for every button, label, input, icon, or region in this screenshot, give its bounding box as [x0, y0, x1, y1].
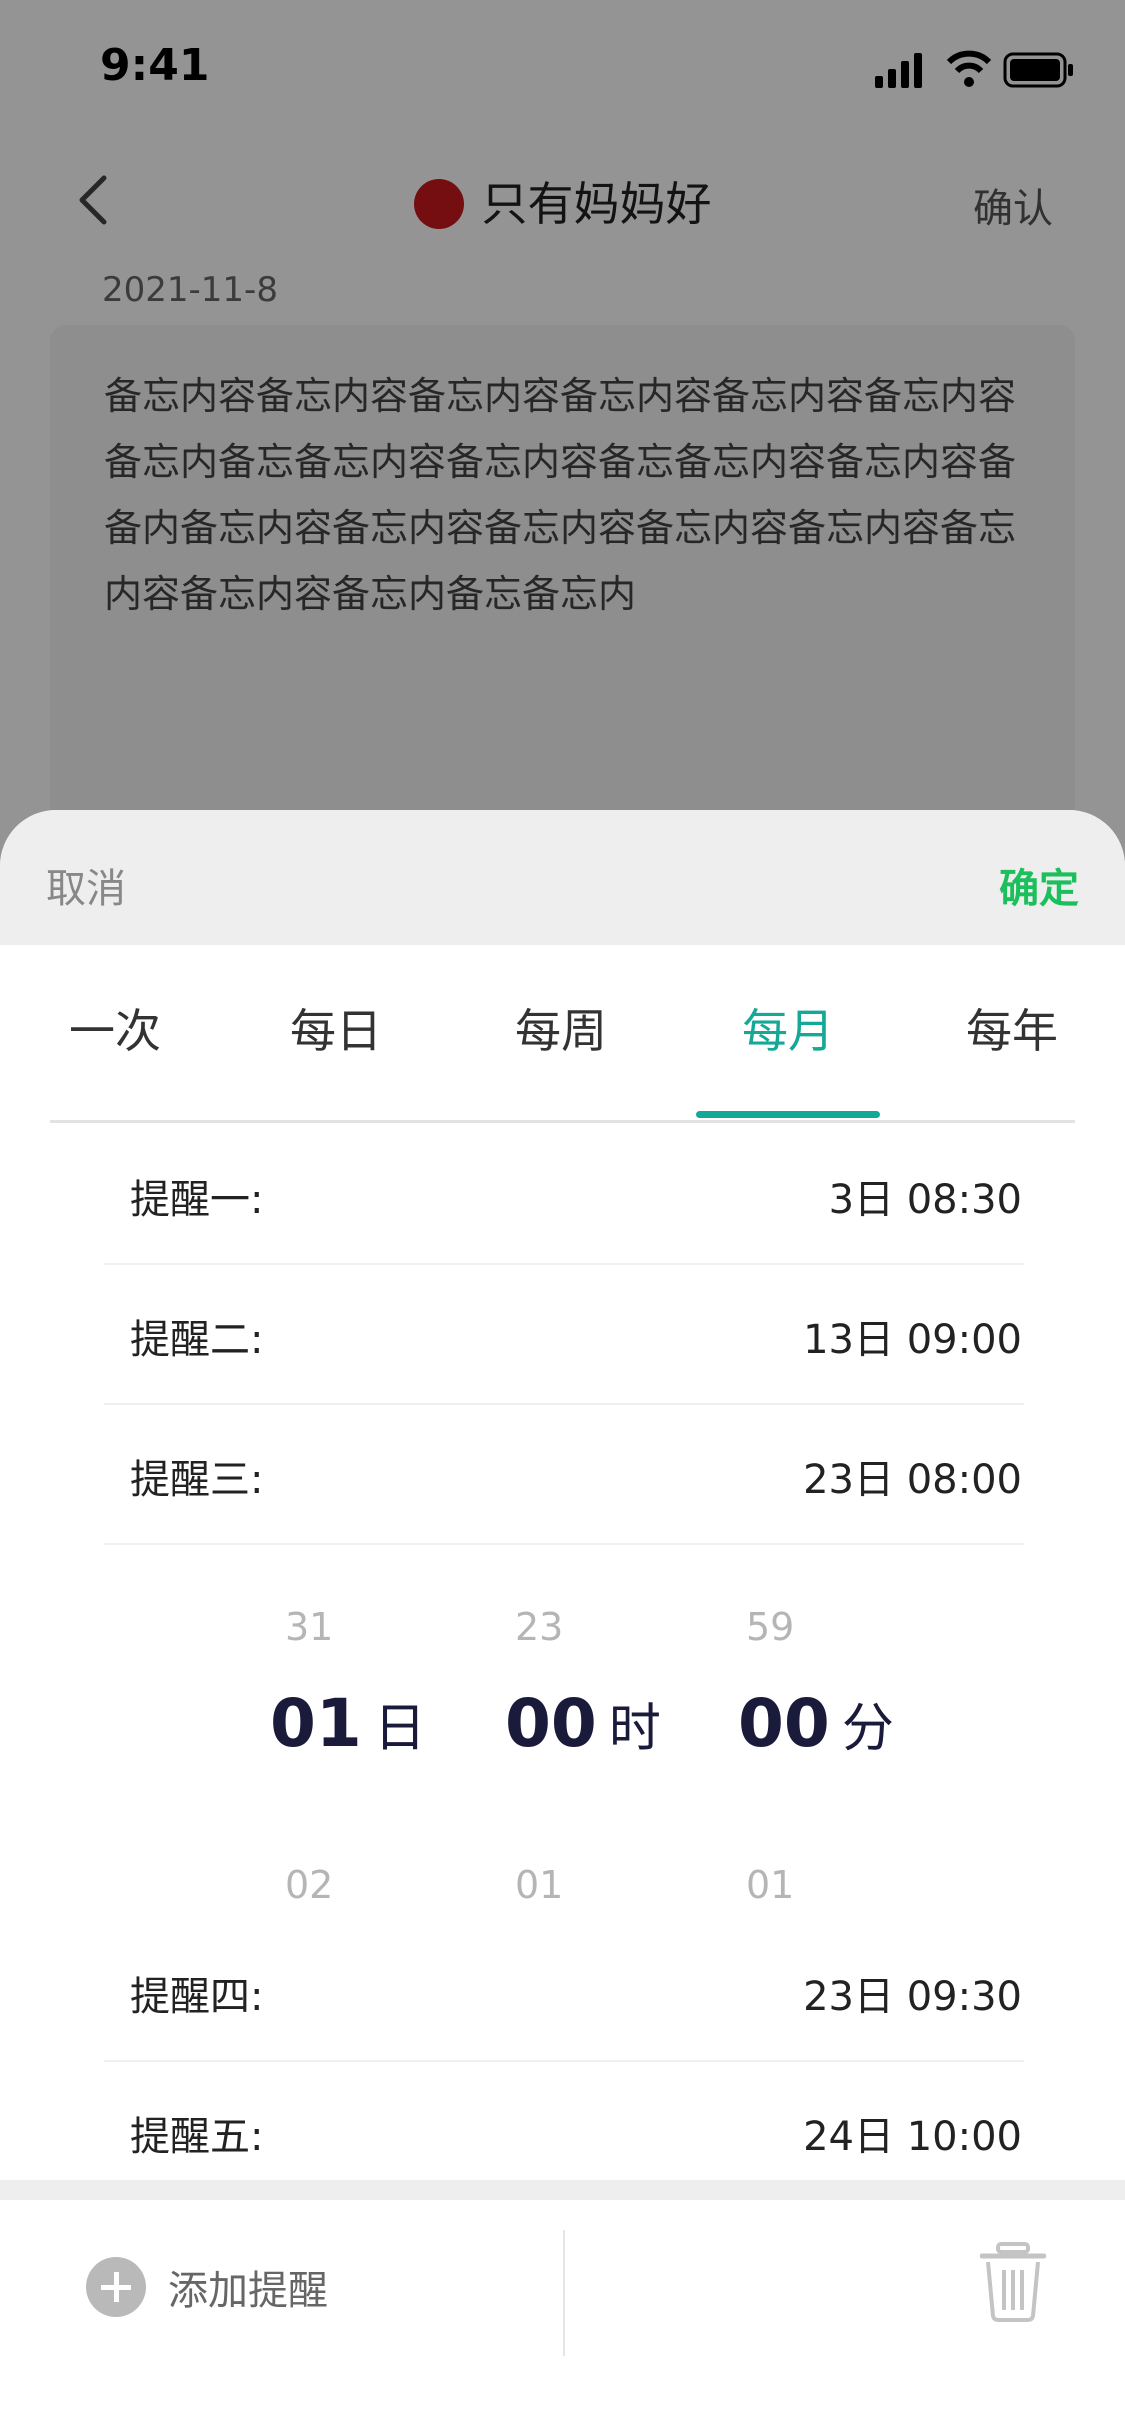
cancel-button[interactable]: 取消 [46, 856, 126, 914]
trash-icon[interactable] [980, 2242, 1046, 2322]
tab-monthly[interactable]: 每月 [713, 995, 863, 1061]
repeat-tabs: 一次 每日 每周 每月 每年 [50, 945, 1075, 1123]
minute-prev: 59 [746, 1605, 795, 1649]
minute-next: 01 [746, 1863, 795, 1907]
reminder-value: 13日 09:00 [803, 1317, 1022, 1363]
footer-divider [563, 2230, 565, 2356]
reminder-item[interactable]: 提醒一: 3日 08:30 [104, 1123, 1024, 1265]
sheet-footer: 添加提醒 [0, 2200, 1125, 2436]
tab-once[interactable]: 一次 [40, 995, 190, 1061]
reminder-value: 3日 08:30 [828, 1177, 1022, 1223]
reminder-value: 23日 08:00 [803, 1457, 1022, 1503]
reminder-label: 提醒四: [130, 1974, 264, 2020]
reminder-label: 提醒二: [130, 1317, 264, 1363]
reminder-sheet: 取消 确定 一次 每日 每周 每月 每年 提醒一: 3日 08:30 提醒二: … [0, 810, 1125, 2436]
ok-button[interactable]: 确定 [999, 856, 1079, 914]
minute-wheel[interactable]: 59 00 分 01 [738, 1595, 998, 1925]
reminder-label: 提醒五: [130, 2114, 264, 2160]
reminder-item[interactable]: 提醒四: 23日 09:30 [104, 1920, 1024, 2062]
footer-separator [0, 2180, 1125, 2200]
hour-wheel[interactable]: 23 00 时 01 [505, 1595, 765, 1925]
day-value: 01 [270, 1685, 362, 1762]
tab-weekly[interactable]: 每周 [486, 995, 636, 1061]
reminder-label: 提醒一: [130, 1177, 264, 1223]
sheet-header: 取消 确定 [0, 810, 1125, 945]
day-wheel[interactable]: 31 01 日 02 [270, 1595, 530, 1925]
add-reminder-button[interactable]: 添加提醒 [86, 2252, 328, 2322]
minute-value: 00 [738, 1685, 830, 1762]
reminder-value: 23日 09:30 [803, 1974, 1022, 2020]
reminder-item[interactable]: 提醒三: 23日 08:00 [104, 1403, 1024, 1545]
day-selected: 01 日 [270, 1685, 530, 1762]
tab-daily[interactable]: 每日 [261, 995, 411, 1061]
reminder-label: 提醒三: [130, 1457, 264, 1503]
add-reminder-label: 添加提醒 [168, 2268, 328, 2314]
reminder-value: 24日 10:00 [803, 2114, 1022, 2160]
minute-unit: 分 [841, 1699, 894, 1759]
plus-circle-icon [86, 2257, 146, 2317]
minute-selected: 00 分 [738, 1685, 998, 1762]
hour-selected: 00 时 [505, 1685, 765, 1762]
reminder-item[interactable]: 提醒五: 24日 10:00 [104, 2060, 1024, 2200]
reminder-item[interactable]: 提醒二: 13日 09:00 [104, 1263, 1024, 1405]
hour-prev: 23 [515, 1605, 564, 1649]
tab-yearly[interactable]: 每年 [937, 995, 1087, 1061]
hour-next: 01 [515, 1863, 564, 1907]
day-unit: 日 [373, 1699, 426, 1759]
hour-value: 00 [505, 1685, 597, 1762]
hour-unit: 时 [608, 1699, 661, 1759]
day-time-picker: 31 01 日 02 23 00 时 01 59 00 分 01 [0, 1595, 1125, 1925]
active-tab-indicator [696, 1111, 880, 1118]
